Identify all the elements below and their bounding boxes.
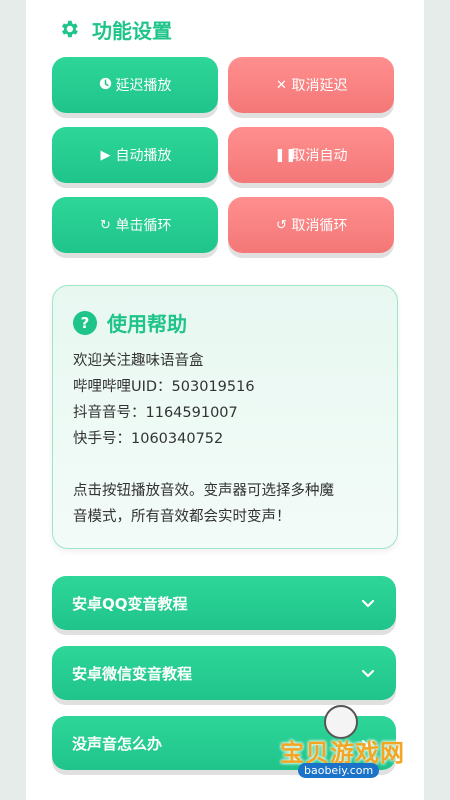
help-header: ? 使用帮助 [73, 308, 187, 337]
settings-title: 功能设置 [92, 18, 172, 43]
play-icon: ▶ [100, 147, 111, 163]
help-line: 音模式，所有音效都会实时变声！ [73, 509, 291, 525]
auto-play-button[interactable]: ▶ 自动播放 [52, 127, 218, 183]
site-watermark: 宝贝游戏网 baobeiy.com [272, 705, 422, 790]
help-title: 使用帮助 [107, 312, 187, 336]
watermark-url: baobeiy.com [298, 763, 380, 778]
clock-icon [99, 77, 113, 94]
help-line: 哔哩哔哩UID：503019516 [73, 379, 255, 395]
undo-icon: ↺ [276, 217, 287, 233]
page: 功能设置 延迟播放 ✕ 取消延迟 ▶ 自动播放 ❚❚ 取消自动 ↻ 单击循环 ↺… [26, 0, 424, 800]
single-loop-label: 单击循环 [115, 218, 172, 234]
cancel-loop-label: 取消循环 [291, 218, 348, 234]
question-icon: ? [73, 310, 97, 335]
chevron-down-icon [361, 669, 375, 678]
accordion-android-qq[interactable]: 安卓QQ变音教程 [52, 576, 396, 630]
help-line: 欢迎关注趣味语音盒 [73, 353, 204, 369]
settings-header: 功能设置 [58, 14, 172, 44]
help-line [73, 452, 393, 478]
pause-icon: ❚❚ [274, 147, 297, 163]
auto-play-label: 自动播放 [115, 148, 172, 164]
help-line: 点击按钮播放音效。变声器可选择多种魔 [73, 483, 334, 499]
delay-play-label: 延迟播放 [115, 78, 172, 94]
accordion-android-wechat[interactable]: 安卓微信变音教程 [52, 646, 396, 700]
help-line: 快手号：1060340752 [73, 431, 224, 447]
cancel-auto-label: 取消自动 [291, 148, 348, 164]
accordion-label: 没声音怎么办 [72, 734, 163, 753]
help-text: 欢迎关注趣味语音盒 哔哩哔哩UID：503019516 抖音音号：1164591… [73, 348, 393, 530]
accordion-label: 安卓微信变音教程 [72, 664, 193, 683]
delay-play-button[interactable]: 延迟播放 [52, 57, 218, 113]
help-card: ? 使用帮助 欢迎关注趣味语音盒 哔哩哔哩UID：503019516 抖音音号：… [52, 285, 398, 549]
accordion-label: 安卓QQ变音教程 [72, 594, 188, 613]
cancel-delay-label: 取消延迟 [291, 78, 348, 94]
redo-icon: ↻ [100, 217, 111, 233]
x-icon: ✕ [276, 77, 287, 93]
chevron-down-icon [361, 599, 375, 608]
cancel-loop-button[interactable]: ↺ 取消循环 [228, 197, 394, 253]
single-loop-button[interactable]: ↻ 单击循环 [52, 197, 218, 253]
gear-icon [62, 20, 78, 38]
cancel-delay-button[interactable]: ✕ 取消延迟 [228, 57, 394, 113]
cancel-auto-button[interactable]: ❚❚ 取消自动 [228, 127, 394, 183]
help-line: 抖音音号：1164591007 [73, 405, 238, 421]
